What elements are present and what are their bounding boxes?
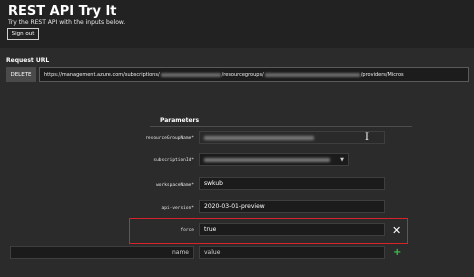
param-label-api-version: api-version* [161,206,194,211]
param-label-resource-group: resourceGroupName* [145,136,194,141]
url-suffix: /providers/Micros [360,71,404,78]
redacted-resource-group-value [204,135,314,140]
param-input-resource-group[interactable] [199,131,385,144]
http-method-button[interactable]: DELETE [6,67,36,82]
redacted-resource-group [264,72,360,77]
page-title: REST API Try It [8,4,117,19]
param-input-api-version[interactable]: 2020-03-01-preview [199,200,385,213]
param-label-subscription-id: subscriptionId* [153,158,194,163]
param-label-workspace-name: workspaceName* [156,183,194,188]
plus-icon[interactable]: + [393,247,401,258]
redacted-subscription-value [204,157,330,162]
page-subtitle: Try the REST API with the inputs below. [8,19,126,26]
param-select-subscription-id[interactable]: ▼ [199,153,349,166]
param-input-workspace-name[interactable]: swkub [199,177,385,190]
text-cursor-icon: I [365,132,369,143]
redacted-subscription-id [160,72,221,77]
sign-out-button[interactable]: Sign out [7,28,39,40]
param-label-force: force [180,228,194,233]
chevron-down-icon: ▼ [340,156,344,163]
request-url-label: Request URL [6,57,50,64]
close-icon[interactable]: ✕ [392,224,401,237]
parameters-title: Parameters [160,117,200,124]
url-mid: /resourcegroups/ [221,71,264,78]
request-url-field[interactable]: https://management.azure.com/subscriptio… [39,67,469,82]
param-input-force[interactable]: true [199,223,385,236]
parameters-divider [150,126,412,127]
new-param-name-input[interactable]: name [10,246,194,259]
url-prefix: https://management.azure.com/subscriptio… [44,71,160,78]
new-param-value-input[interactable]: value [199,246,385,259]
